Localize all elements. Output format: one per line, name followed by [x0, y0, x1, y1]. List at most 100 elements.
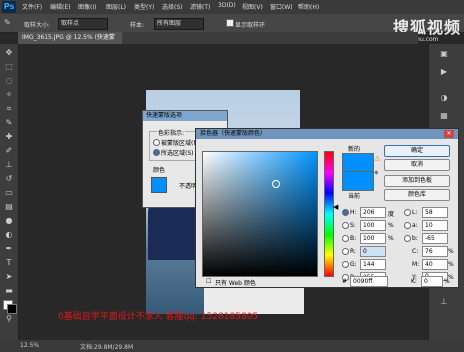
magenta-input[interactable]: 40 — [422, 259, 448, 270]
brightness-input[interactable]: 100 — [360, 233, 386, 244]
quick-mask-dialog-title: 快速蒙版选项 — [143, 111, 227, 121]
gradient-tool-icon[interactable]: ▤ — [4, 202, 14, 212]
current-color-swatch[interactable] — [342, 171, 374, 191]
new-color-label: 新的 — [348, 146, 361, 153]
mask-color-swatch[interactable] — [151, 177, 167, 193]
hue-slider-arrow-icon[interactable]: ◀ — [333, 203, 338, 211]
zoom-tool-icon[interactable]: ⚲ — [4, 314, 14, 324]
sample-size-select[interactable]: 取样点 — [58, 18, 108, 30]
lasso-tool-icon[interactable]: ◌ — [4, 76, 14, 86]
history-panel-icon[interactable]: ▣ — [437, 48, 451, 60]
menu-type[interactable]: 类型(Y) — [134, 2, 154, 11]
ok-button[interactable]: 确定 — [384, 145, 450, 157]
history-brush-icon[interactable]: ↺ — [4, 174, 14, 184]
close-icon[interactable]: ✕ — [444, 130, 454, 138]
hue-unit: 度 — [388, 211, 395, 218]
black-input[interactable]: 0 — [421, 276, 443, 287]
saturation-input[interactable]: 100 — [360, 220, 386, 231]
stamp-tool-icon[interactable]: ⊥ — [4, 160, 14, 170]
masked-areas-radio[interactable] — [153, 139, 160, 146]
add-to-swatches-button[interactable]: 添加到色板 — [384, 175, 450, 187]
saturation-radio[interactable] — [342, 222, 349, 229]
menu-bar: Ps 文件(F) 编辑(E) 图像(I) 图层(L) 类型(Y) 选择(S) 滤… — [0, 0, 464, 14]
brightness-radio[interactable] — [342, 235, 349, 242]
red-radio[interactable] — [342, 248, 349, 255]
green-radio[interactable] — [342, 261, 349, 268]
lab-a-radio[interactable] — [404, 222, 411, 229]
gamut-warning-icon[interactable]: ⚠ — [374, 155, 380, 163]
black-unit: % — [444, 278, 450, 285]
lab-b-radio[interactable] — [404, 235, 411, 242]
actions-panel-icon[interactable]: ▶ — [437, 66, 451, 78]
black-label: K: — [411, 278, 417, 285]
lab-a-input[interactable]: 10 — [422, 220, 448, 231]
path-select-tool-icon[interactable]: ➤ — [4, 272, 14, 282]
marquee-tool-icon[interactable]: ⬚ — [4, 62, 14, 72]
menu-layer[interactable]: 图层(L) — [106, 2, 126, 11]
cancel-button[interactable]: 取消 — [384, 159, 450, 171]
red-field-label: R: — [350, 248, 357, 255]
show-ring-checkbox[interactable] — [226, 19, 234, 27]
menu-select[interactable]: 选择(S) — [162, 2, 183, 11]
green-input[interactable]: 144 — [360, 259, 386, 270]
selected-areas-radio[interactable] — [153, 149, 160, 156]
eyedropper-icon[interactable]: ✎ — [4, 18, 16, 28]
web-only-checkbox-icon[interactable]: ☐ — [206, 278, 211, 285]
menu-3d[interactable]: 3D(D) — [218, 2, 236, 9]
hue-slider[interactable] — [324, 151, 334, 277]
color-picker-title: 拾色器（快速蒙版颜色） — [196, 129, 458, 139]
dodge-tool-icon[interactable]: ◐ — [4, 230, 14, 240]
menu-filter[interactable]: 滤镜(T) — [190, 2, 210, 11]
menu-image[interactable]: 图像(I) — [78, 2, 96, 11]
lab-l-input[interactable]: 58 — [422, 207, 448, 218]
web-safe-cube-icon[interactable]: ◈ — [374, 169, 379, 176]
brush-tool-icon[interactable]: ✐ — [4, 146, 14, 156]
red-input[interactable]: 0 — [360, 246, 386, 257]
lab-b-input[interactable]: -65 — [422, 233, 448, 244]
menu-edit[interactable]: 编辑(E) — [50, 2, 70, 11]
color-indicates-label: 色彩指示: — [157, 128, 186, 137]
eraser-tool-icon[interactable]: ▭ — [4, 188, 14, 198]
color-label: 颜色 — [153, 167, 166, 174]
background-color-swatch[interactable] — [7, 304, 17, 314]
cyan-input[interactable]: 76 — [422, 246, 448, 257]
show-ring-label: 显示取样环 — [235, 22, 266, 29]
sample-select[interactable]: 所有图层 — [154, 18, 204, 30]
crop-tool-icon[interactable]: ⌗ — [4, 104, 14, 114]
menu-view[interactable]: 视图(V) — [242, 2, 263, 11]
tools-panel: ✥ ⬚ ◌ ✧ ⌗ ✎ ✚ ✐ ⊥ ↺ ▭ ▤ ● ◐ ✒ T ➤ ▬ ✋ ⚲ — [0, 44, 19, 340]
cyan-label: C: — [412, 248, 419, 255]
clone-source-panel-icon[interactable]: ⊥ — [437, 296, 451, 308]
hex-input[interactable]: 0090ff — [350, 276, 388, 287]
shape-tool-icon[interactable]: ▬ — [4, 286, 14, 296]
document-tab[interactable]: IMG_3615.JPG @ 12.5% (快速蒙版/8) * — [18, 32, 122, 53]
type-tool-icon[interactable]: T — [4, 258, 14, 268]
move-tool-icon[interactable]: ✥ — [4, 48, 14, 58]
hue-radio[interactable] — [342, 209, 349, 216]
promo-overlay-text: 0基础自学平面设计不求人 客服qq: 1528185805 — [58, 312, 259, 322]
saturation-field-label: S: — [350, 222, 356, 229]
menu-file[interactable]: 文件(F) — [22, 2, 42, 11]
cyan-unit: % — [448, 248, 454, 255]
color-field-cursor[interactable] — [272, 180, 280, 188]
saturation-unit: % — [388, 222, 394, 229]
healing-tool-icon[interactable]: ✚ — [4, 132, 14, 142]
quick-select-tool-icon[interactable]: ✧ — [4, 90, 14, 100]
menu-help[interactable]: 帮助(H) — [298, 2, 319, 11]
eyedropper-tool-icon[interactable]: ✎ — [4, 118, 14, 128]
swatches-panel-icon[interactable]: ▦ — [437, 110, 451, 122]
lab-l-radio[interactable] — [404, 209, 411, 216]
magenta-label: M: — [412, 261, 420, 268]
green-field-label: G: — [350, 261, 357, 268]
brightness-unit: % — [388, 235, 394, 242]
zoom-level[interactable]: 12.5% — [20, 342, 39, 349]
color-field[interactable] — [202, 151, 318, 277]
sample-size-label: 取样大小: — [24, 22, 51, 29]
color-libraries-button[interactable]: 颜色库 — [384, 189, 450, 201]
hue-input[interactable]: 206 — [360, 207, 386, 218]
pen-tool-icon[interactable]: ✒ — [4, 244, 14, 254]
blur-tool-icon[interactable]: ● — [4, 216, 14, 226]
hue-field-label: H: — [350, 209, 357, 216]
color-panel-icon[interactable]: ◑ — [437, 92, 451, 104]
menu-window[interactable]: 窗口(W) — [270, 2, 293, 11]
